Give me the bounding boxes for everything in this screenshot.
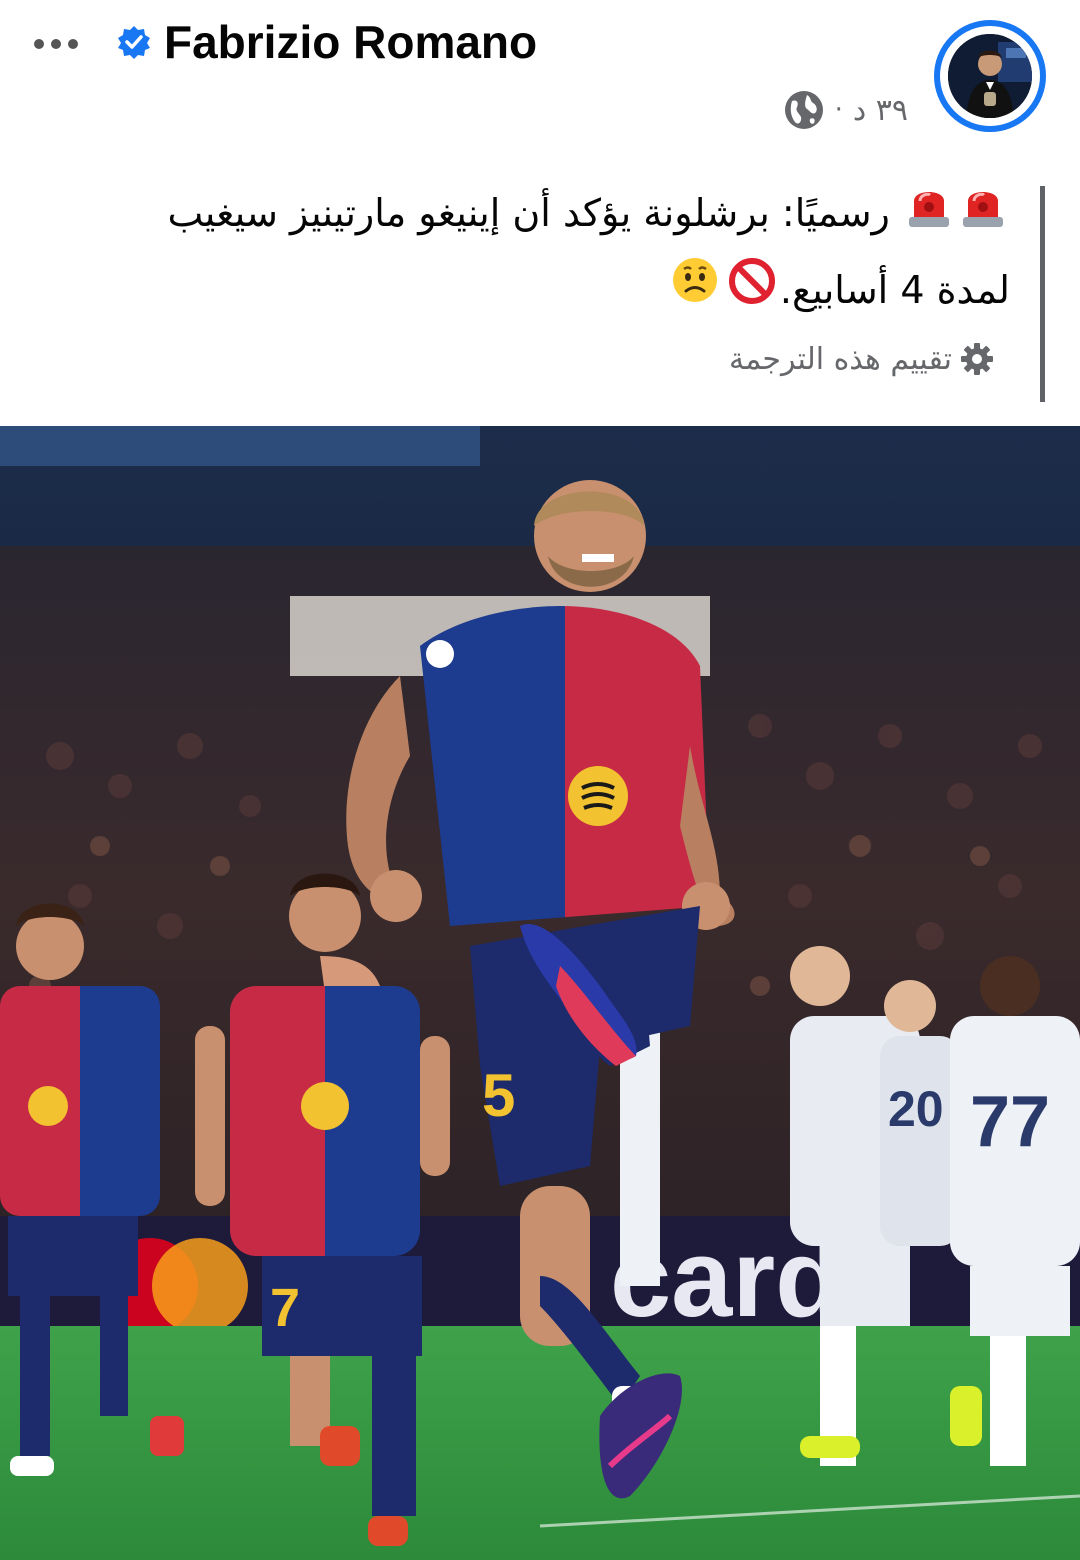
rotating-light-icon	[906, 179, 952, 253]
shirt-number-20: 20	[888, 1081, 944, 1137]
post-photo[interactable]: card 7 20 77 5	[0, 426, 1080, 1560]
gear-icon	[961, 343, 993, 375]
post-text-line-1: رسميًا: برشلونة يؤكد أن إينيغو مارتينيز …	[60, 176, 1010, 253]
shirt-number-5: 5	[482, 1062, 515, 1129]
translation-quote-bar	[1040, 186, 1045, 402]
avatar-image	[948, 34, 1032, 118]
rotating-light-icon	[960, 179, 1006, 253]
more-dot-icon	[51, 39, 61, 49]
post-text-line-2: لمدة 4 أسابيع.	[60, 253, 1010, 330]
football-celebration-photo: card 7 20 77 5	[0, 426, 1080, 1560]
author-name[interactable]: Fabrizio Romano	[164, 12, 537, 72]
shirt-number-7: 7	[270, 1278, 300, 1338]
post-text-content-2: لمدة 4 أسابيع.	[779, 267, 1010, 312]
no-entry-icon	[728, 255, 776, 329]
more-dot-icon	[34, 39, 44, 49]
post-text: رسميًا: برشلونة يؤكد أن إينيغو مارتينيز …	[60, 176, 1010, 329]
globe-icon[interactable]	[783, 89, 825, 131]
post-timestamp[interactable]: ٣٩ د	[853, 93, 908, 128]
more-dot-icon	[68, 39, 78, 49]
rate-translation-link[interactable]: تقييم هذه الترجمة	[729, 334, 994, 384]
verified-badge-icon	[118, 26, 150, 59]
worried-face-icon	[670, 255, 720, 329]
post-header: Fabrizio Romano · ٣٩ د	[0, 0, 1080, 160]
rate-translation-label: تقييم هذه الترجمة	[728, 341, 952, 377]
more-options-button[interactable]	[24, 22, 88, 66]
avatar[interactable]	[934, 20, 1046, 132]
meta-separator: ·	[834, 95, 843, 125]
post-text-content-1: رسميًا: برشلونة يؤكد أن إينيغو مارتينيز …	[167, 191, 890, 235]
post-meta: · ٣٩ د	[783, 82, 908, 138]
shirt-number-77: 77	[970, 1082, 1050, 1162]
